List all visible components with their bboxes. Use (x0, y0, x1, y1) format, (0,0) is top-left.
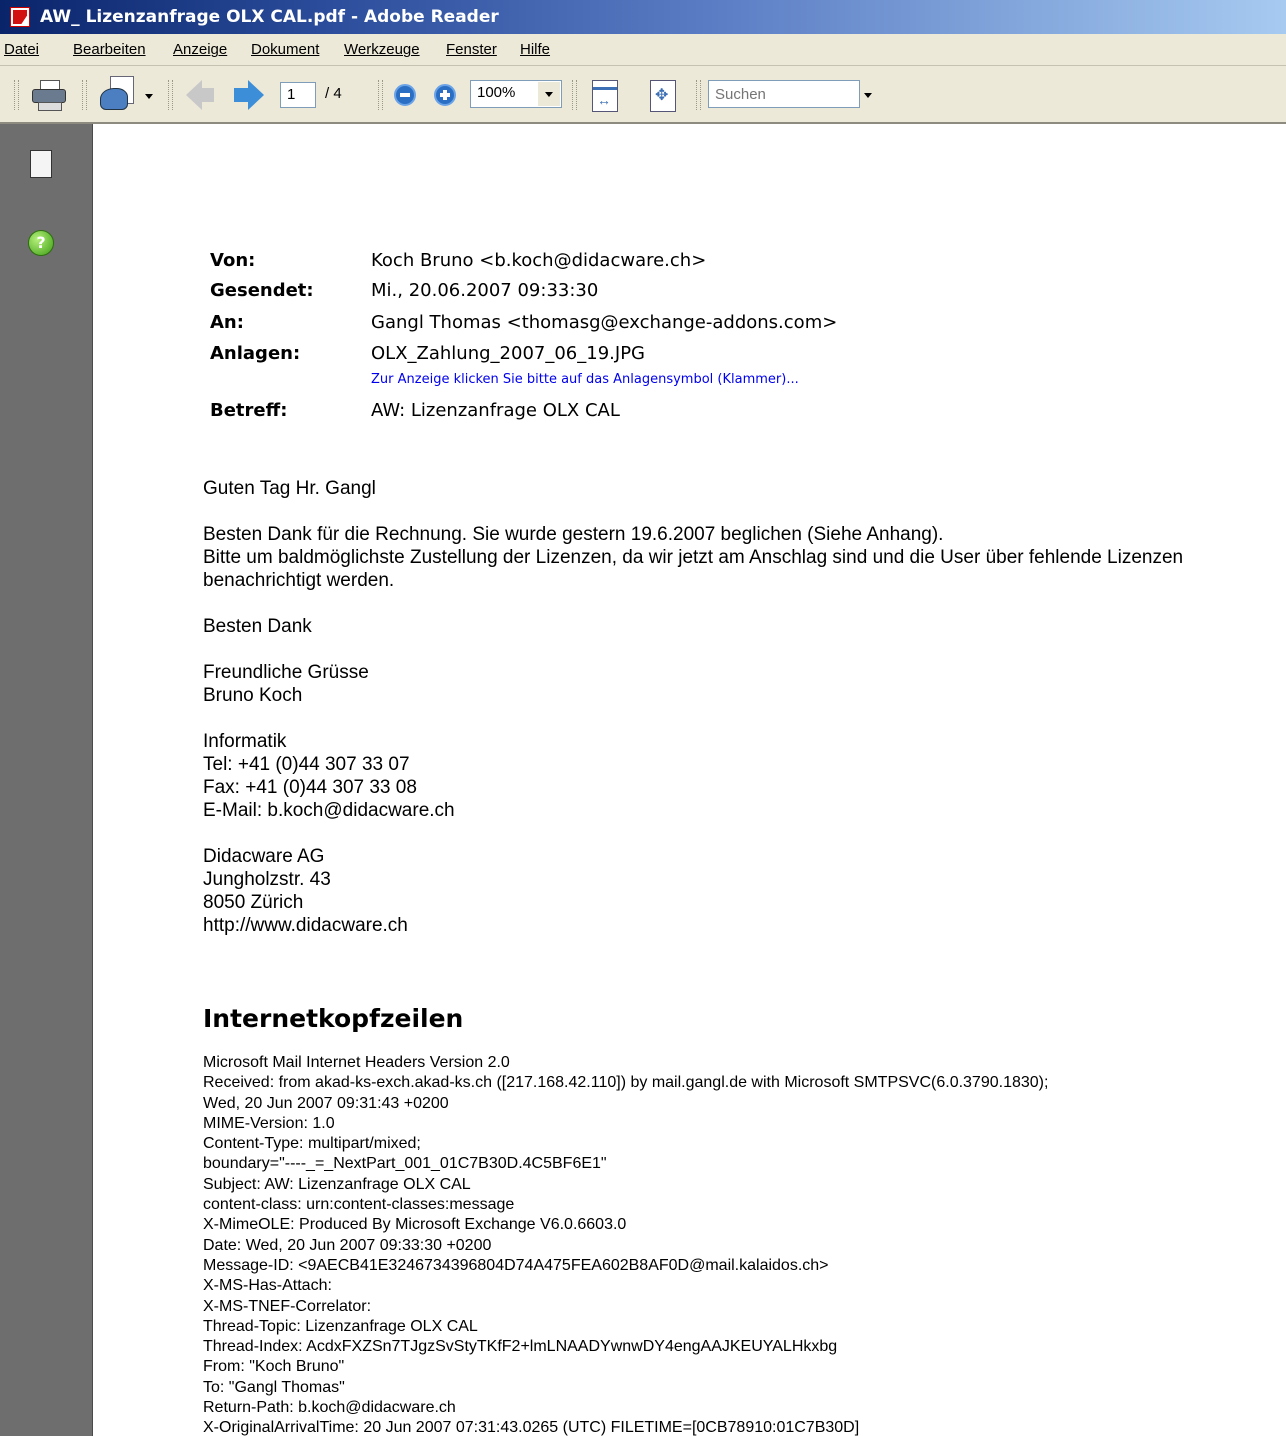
signature-web: http://www.didacware.ch (203, 915, 408, 936)
signature-dept: Informatik (203, 731, 287, 752)
menu-bar: Datei Bearbeiten Anzeige Dokument Werkze… (0, 34, 1286, 66)
signature-street: Jungholzstr. 43 (203, 869, 331, 890)
subject-value: AW: Lizenzanfrage OLX CAL (371, 400, 620, 421)
attachment-value: OLX_Zahlung_2007_06_19.JPG (371, 343, 645, 364)
fit-page-icon[interactable] (650, 80, 676, 112)
header-line: MIME-Version: 1.0 (203, 1114, 335, 1132)
header-line: Microsoft Mail Internet Headers Version … (203, 1054, 510, 1071)
toolbar-grip[interactable] (696, 80, 701, 110)
header-line: boundary="----_=_NextPart_001_01C7B30D.4… (203, 1155, 607, 1173)
internet-headers-block: Microsoft Mail Internet Headers Version … (203, 1053, 1048, 1436)
header-line: Content-Type: multipart/mixed; (203, 1135, 421, 1153)
zoom-out-icon[interactable] (394, 84, 416, 106)
create-pdf-icon[interactable] (100, 76, 136, 110)
page-total: / 4 (325, 85, 342, 102)
menu-fenster[interactable]: Fenster (446, 41, 497, 58)
next-page-icon[interactable] (234, 80, 264, 110)
menu-dokument[interactable]: Dokument (251, 41, 319, 58)
sent-value: Mi., 20.06.2007 09:33:30 (371, 280, 599, 301)
from-value: Koch Bruno <b.koch@didacware.ch> (371, 250, 707, 271)
signature-email: E-Mail: b.koch@didacware.ch (203, 800, 455, 821)
header-line: Thread-Topic: Lizenzanfrage OLX CAL (203, 1317, 478, 1335)
body-line: Bitte um baldmöglichste Zustellung der L… (203, 547, 1184, 568)
attachment-note-link[interactable]: Zur Anzeige klicken Sie bitte auf das An… (371, 372, 799, 387)
greeting: Guten Tag Hr. Gangl (203, 478, 376, 499)
toolbar-grip[interactable] (572, 80, 577, 110)
header-line: X-MimeOLE: Produced By Microsoft Exchang… (203, 1216, 627, 1234)
attachments-label: Anlagen: (210, 343, 301, 364)
body-line: Besten Dank für die Rechnung. Sie wurde … (203, 524, 944, 545)
signature-city: 8050 Zürich (203, 892, 304, 913)
header-line: Return-Path: b.koch@didacware.ch (203, 1399, 456, 1417)
header-line: X-MS-TNEF-Correlator: (203, 1297, 372, 1315)
to-value: Gangl Thomas <thomasg@exchange-addons.co… (371, 312, 838, 333)
header-line: X-OriginalArrivalTime: 20 Jun 2007 07:31… (203, 1419, 860, 1436)
menu-anzeige[interactable]: Anzeige (173, 41, 227, 58)
zoom-dropdown-button[interactable] (538, 82, 560, 106)
toolbar-grip[interactable] (82, 80, 87, 110)
zoom-value: 100% (477, 84, 516, 101)
header-line: X-MS-Has-Attach: (203, 1277, 332, 1295)
header-line: Subject: AW: Lizenzanfrage OLX CAL (203, 1175, 471, 1193)
print-icon[interactable] (32, 80, 66, 111)
fit-width-icon[interactable] (592, 80, 618, 112)
signature-name: Bruno Koch (203, 685, 303, 706)
signature-tel: Tel: +41 (0)44 307 33 07 (203, 754, 410, 775)
subject-label: Betreff: (210, 400, 288, 421)
menu-bearbeiten[interactable]: Bearbeiten (73, 41, 146, 58)
toolbar-grip[interactable] (14, 80, 19, 110)
chevron-down-icon (545, 92, 553, 97)
header-line: To: "Gangl Thomas" (203, 1378, 345, 1396)
chevron-down-icon[interactable] (864, 93, 872, 98)
thanks: Besten Dank (203, 616, 312, 637)
toolbar: 1 / 4 100% (0, 66, 1286, 124)
body-line: benachrichtigt werden. (203, 570, 395, 591)
chevron-down-icon[interactable] (145, 94, 153, 99)
signature-fax: Fax: +41 (0)44 307 33 08 (203, 777, 417, 798)
document-page: Von: Koch Bruno <b.koch@didacware.ch> Ge… (93, 124, 1286, 1436)
page-number-input[interactable]: 1 (280, 82, 316, 108)
internet-headers-title: Internetkopfzeilen (203, 1004, 464, 1033)
header-line: Thread-Index: AcdxFXZSn7TJgzSvStyTKfF2+l… (203, 1338, 838, 1356)
toolbar-grip[interactable] (378, 80, 383, 110)
window-title: AW_ Lizenzanfrage OLX CAL.pdf - Adobe Re… (40, 7, 499, 27)
menu-datei[interactable]: Datei (4, 41, 39, 58)
closing: Freundliche Grüsse (203, 662, 369, 683)
title-bar: AW_ Lizenzanfrage OLX CAL.pdf - Adobe Re… (0, 0, 1286, 34)
previous-page-icon[interactable] (186, 80, 214, 110)
header-line: Date: Wed, 20 Jun 2007 09:33:30 +0200 (203, 1236, 492, 1254)
signature-company: Didacware AG (203, 846, 325, 867)
pdf-icon (10, 7, 30, 27)
header-line: Wed, 20 Jun 2007 09:31:43 +0200 (203, 1094, 449, 1112)
toolbar-grip[interactable] (168, 80, 173, 110)
help-glyph: ? (36, 233, 46, 252)
navigation-panel: ? (0, 124, 93, 1436)
help-icon[interactable]: ? (28, 230, 54, 256)
header-line: Received: from akad-ks-exch.akad-ks.ch (… (203, 1074, 1049, 1092)
pages-icon[interactable] (26, 147, 52, 178)
sent-label: Gesendet: (210, 280, 314, 301)
header-line: content-class: urn:content-classes:messa… (203, 1196, 515, 1214)
menu-werkzeuge[interactable]: Werkzeuge (344, 41, 420, 58)
header-line: Message-ID: <9AECB41E3246734396804D74A47… (203, 1256, 829, 1274)
from-label: Von: (210, 250, 256, 271)
header-line: From: "Koch Bruno" (203, 1358, 345, 1376)
zoom-in-icon[interactable] (434, 84, 456, 106)
to-label: An: (210, 312, 244, 333)
search-input[interactable] (708, 80, 860, 108)
menu-hilfe[interactable]: Hilfe (520, 41, 550, 58)
